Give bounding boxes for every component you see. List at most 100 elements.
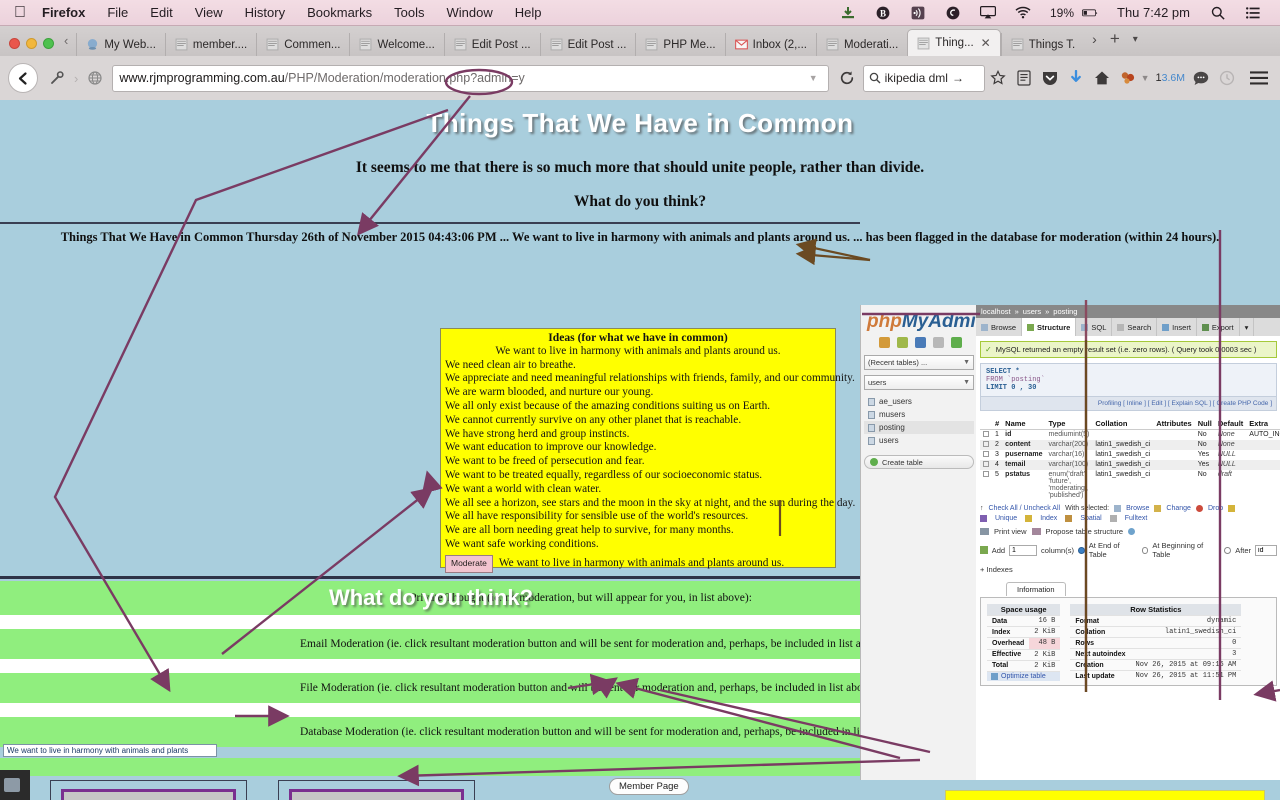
notification-center-icon[interactable] [1245, 5, 1261, 21]
bookmark-star-icon[interactable] [985, 65, 1011, 91]
search-go-icon[interactable]: → [952, 71, 964, 85]
table-list-item-posting[interactable]: posting [864, 421, 974, 434]
close-tab-icon[interactable]: ✕ [981, 36, 991, 50]
table-row[interactable]: 4 temail varchar(100) latin1_swedish_ci … [980, 460, 1280, 470]
print-view-link[interactable]: Print view [994, 527, 1027, 536]
site-identity-globe-icon[interactable] [80, 63, 110, 93]
menu-bar-clock[interactable]: Thu 7:42 pm [1117, 5, 1190, 20]
tab-insert[interactable]: Insert [1157, 318, 1197, 336]
browser-tab-8[interactable]: Moderati... [815, 33, 907, 56]
row-checkbox[interactable] [980, 430, 992, 441]
menu-item-history[interactable]: History [245, 5, 285, 20]
create-table-button[interactable]: Create table [864, 455, 974, 469]
table-list-item-users[interactable]: users [864, 434, 974, 447]
apple-logo-icon[interactable]:  [14, 4, 26, 21]
col-default[interactable]: Default [1214, 418, 1247, 430]
tab-scroll-left-icon[interactable]: ‹ [62, 33, 76, 56]
table-row[interactable]: 5 pstatus enum('draft', 'future', 'moder… [980, 470, 1280, 500]
menu-item-firefox[interactable]: Firefox [42, 5, 85, 20]
bittorrent-icon[interactable]: B [875, 5, 891, 21]
browser-tab-1[interactable]: member.... [164, 33, 256, 56]
evernote-icon[interactable] [945, 5, 961, 21]
pocket-icon[interactable] [1037, 65, 1063, 91]
browser-tab-4[interactable]: Edit Post ... [443, 33, 540, 56]
address-bar[interactable]: www.rjmprogramming.com.au/PHP/Moderation… [112, 64, 829, 92]
propose-structure-link[interactable]: Propose table structure [1046, 527, 1124, 536]
chat-icon[interactable] [1188, 65, 1214, 91]
radio-at-beginning-of-table[interactable] [1141, 546, 1149, 554]
phpmyadmin-indexes-toggle[interactable]: + Indexes [980, 565, 1277, 574]
information-tab[interactable]: Information [1006, 582, 1066, 596]
spotlight-search-icon[interactable] [1210, 5, 1226, 21]
menu-item-help[interactable]: Help [515, 5, 542, 20]
table-row[interactable]: 2 content varchar(200) latin1_swedish_ci… [980, 440, 1280, 450]
menu-item-tools[interactable]: Tools [394, 5, 424, 20]
action-unique-link[interactable]: Unique [995, 515, 1017, 522]
airplay-audio-icon[interactable] [910, 5, 926, 21]
col-type[interactable]: Type [1045, 418, 1093, 430]
list-all-tabs-icon[interactable]: ▾ [1133, 34, 1138, 45]
browser-tab-6[interactable]: PHP Me... [635, 33, 724, 56]
table-list-item-ae-users[interactable]: ae_users [864, 395, 974, 408]
sql-console-icon[interactable] [915, 337, 926, 348]
back-icon[interactable] [8, 63, 38, 93]
menu-item-edit[interactable]: Edit [150, 5, 172, 20]
home-icon[interactable] [1089, 65, 1115, 91]
action-index-link[interactable]: Index [1040, 515, 1057, 522]
col-num[interactable]: # [992, 418, 1003, 430]
zoom-window-button[interactable] [43, 38, 54, 49]
wifi-icon[interactable] [1015, 5, 1031, 21]
documentation-icon[interactable] [897, 337, 908, 348]
menu-item-window[interactable]: Window [447, 5, 493, 20]
reply-text-input[interactable]: We want to live in harmony with animals … [3, 744, 217, 767]
select-all-arrow-icon[interactable]: ↑ [980, 505, 984, 512]
airplay-icon[interactable] [979, 5, 996, 21]
refresh-icon[interactable] [951, 337, 962, 348]
tab-browse[interactable]: Browse [976, 318, 1023, 336]
browser-tab-5[interactable]: Edit Post ... [539, 33, 636, 56]
moderate-button[interactable]: Moderate [445, 554, 493, 573]
reader-mode-icon[interactable] [42, 63, 72, 93]
col-extra[interactable]: Extra [1246, 418, 1280, 430]
table-list-item-musers[interactable]: musers [864, 408, 974, 421]
addon-icon[interactable] [1115, 65, 1141, 91]
reload-icon[interactable] [835, 66, 859, 90]
tab-structure[interactable]: Structure [1022, 318, 1077, 336]
col-attributes[interactable]: Attributes [1153, 418, 1195, 430]
browser-tab-0[interactable]: My Web... [76, 33, 165, 56]
radio-after[interactable] [1224, 546, 1232, 554]
browser-tab-7[interactable]: Inbox (2,... [724, 33, 816, 56]
breadcrumb-database[interactable]: users [1023, 307, 1041, 316]
check-all-link[interactable]: Check All / Uncheck All [989, 505, 1061, 512]
action-browse-link[interactable]: Browse [1126, 505, 1149, 512]
dock-app-icon[interactable] [4, 778, 20, 792]
battery-icon[interactable] [1082, 5, 1098, 21]
moderation-input-email[interactable] [0, 659, 862, 673]
after-field-select[interactable] [1255, 544, 1278, 556]
table-row[interactable]: 1 id mediumint(5) No None AUTO_INCREMENT [980, 430, 1280, 441]
minimize-window-button[interactable] [26, 38, 37, 49]
moderation-row-database[interactable]: Database Moderation (ie. click resultant… [0, 717, 862, 747]
history-icon[interactable] [1214, 65, 1240, 91]
download-arrow-icon[interactable] [1063, 65, 1089, 91]
row-checkbox[interactable] [980, 450, 992, 460]
tab-sql[interactable]: SQL [1076, 318, 1113, 336]
optimize-row[interactable]: Optimize table [987, 670, 1061, 681]
browser-tab-active[interactable]: Thing... ✕ [907, 29, 1001, 56]
col-null[interactable]: Null [1194, 418, 1215, 430]
add-column-count-input[interactable] [1009, 544, 1038, 556]
action-spatial-link[interactable]: Spatial [1080, 515, 1101, 522]
moderation-input-file[interactable] [0, 703, 862, 717]
optimize-table-button[interactable]: Optimize table [987, 671, 1061, 681]
tab-search[interactable]: Search [1112, 318, 1158, 336]
settings-icon[interactable] [933, 337, 944, 348]
phpmyadmin-sql-action-links[interactable]: Profiling [ Inline ] [ Edit ] [ Explain … [980, 397, 1277, 411]
table-row[interactable]: 3 pusername varchar(16) latin1_swedish_c… [980, 450, 1280, 460]
col-collation[interactable]: Collation [1092, 418, 1154, 430]
browser-tab-3[interactable]: Welcome... [349, 33, 443, 56]
action-change-link[interactable]: Change [1166, 505, 1191, 512]
menu-item-view[interactable]: View [195, 5, 223, 20]
close-window-button[interactable] [9, 38, 20, 49]
database-select[interactable]: users ▼ [864, 375, 974, 390]
home-icon[interactable] [879, 337, 890, 348]
